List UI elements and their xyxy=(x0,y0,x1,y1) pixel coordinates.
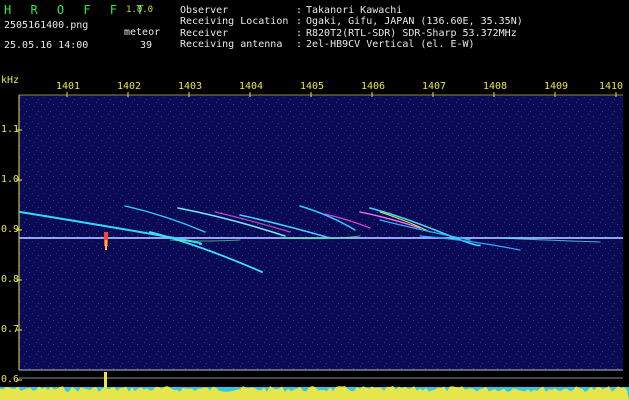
freq-tick-label: 0.6 xyxy=(1,374,20,385)
spectrogram-background xyxy=(19,95,623,370)
spectrogram xyxy=(0,92,629,400)
time-tick-label: 1405 xyxy=(300,81,325,92)
time-tick-label: 1402 xyxy=(117,81,142,92)
time-tick-label: 1406 xyxy=(361,81,386,92)
freq-tick-label: 0.8 xyxy=(1,274,20,285)
time-tick-label: 1404 xyxy=(239,81,264,92)
freq-tick-label: 0.7 xyxy=(1,324,20,335)
axis-unit: kHz xyxy=(1,75,20,86)
time-tick-label: 1407 xyxy=(422,81,447,92)
time-tick-label: 1403 xyxy=(178,81,203,92)
freq-tick-label: 0.9 xyxy=(1,224,20,235)
time-tick-label: 1408 xyxy=(483,81,508,92)
time-tick-label: 1401 xyxy=(56,81,81,92)
time-tick-label: 1409 xyxy=(544,81,569,92)
freq-tick-label: 1.1 xyxy=(1,124,20,135)
level-meter xyxy=(0,372,629,400)
freq-tick-label: 1.0 xyxy=(1,174,20,185)
time-tick-label: 1410 xyxy=(599,81,624,92)
